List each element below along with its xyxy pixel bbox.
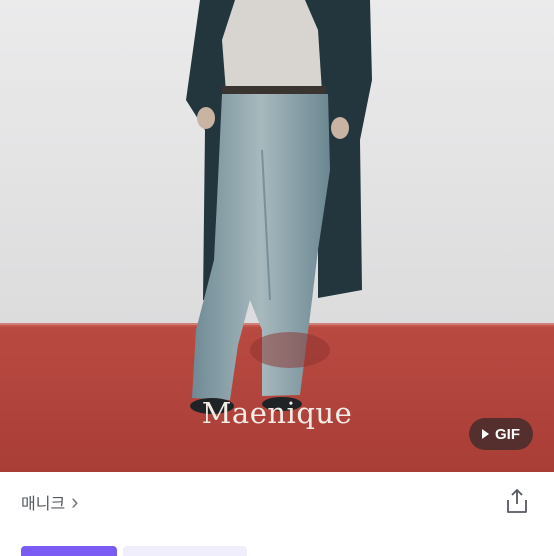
gif-label: GIF (495, 425, 520, 443)
chip-secondary[interactable] (123, 546, 247, 556)
product-photo (0, 0, 554, 472)
shop-info-row: 매니크 › (0, 472, 554, 530)
chip-primary[interactable] (21, 546, 117, 556)
play-icon (482, 429, 489, 439)
shop-name: 매니크 (21, 496, 66, 513)
chevron-right-icon: › (71, 489, 79, 514)
product-image[interactable]: Maenique GIF (0, 0, 554, 472)
gif-badge-button[interactable]: GIF (469, 418, 533, 450)
share-icon[interactable] (505, 488, 529, 514)
tab-chips (0, 546, 554, 556)
shop-name-link[interactable]: 매니크 › (21, 490, 79, 514)
